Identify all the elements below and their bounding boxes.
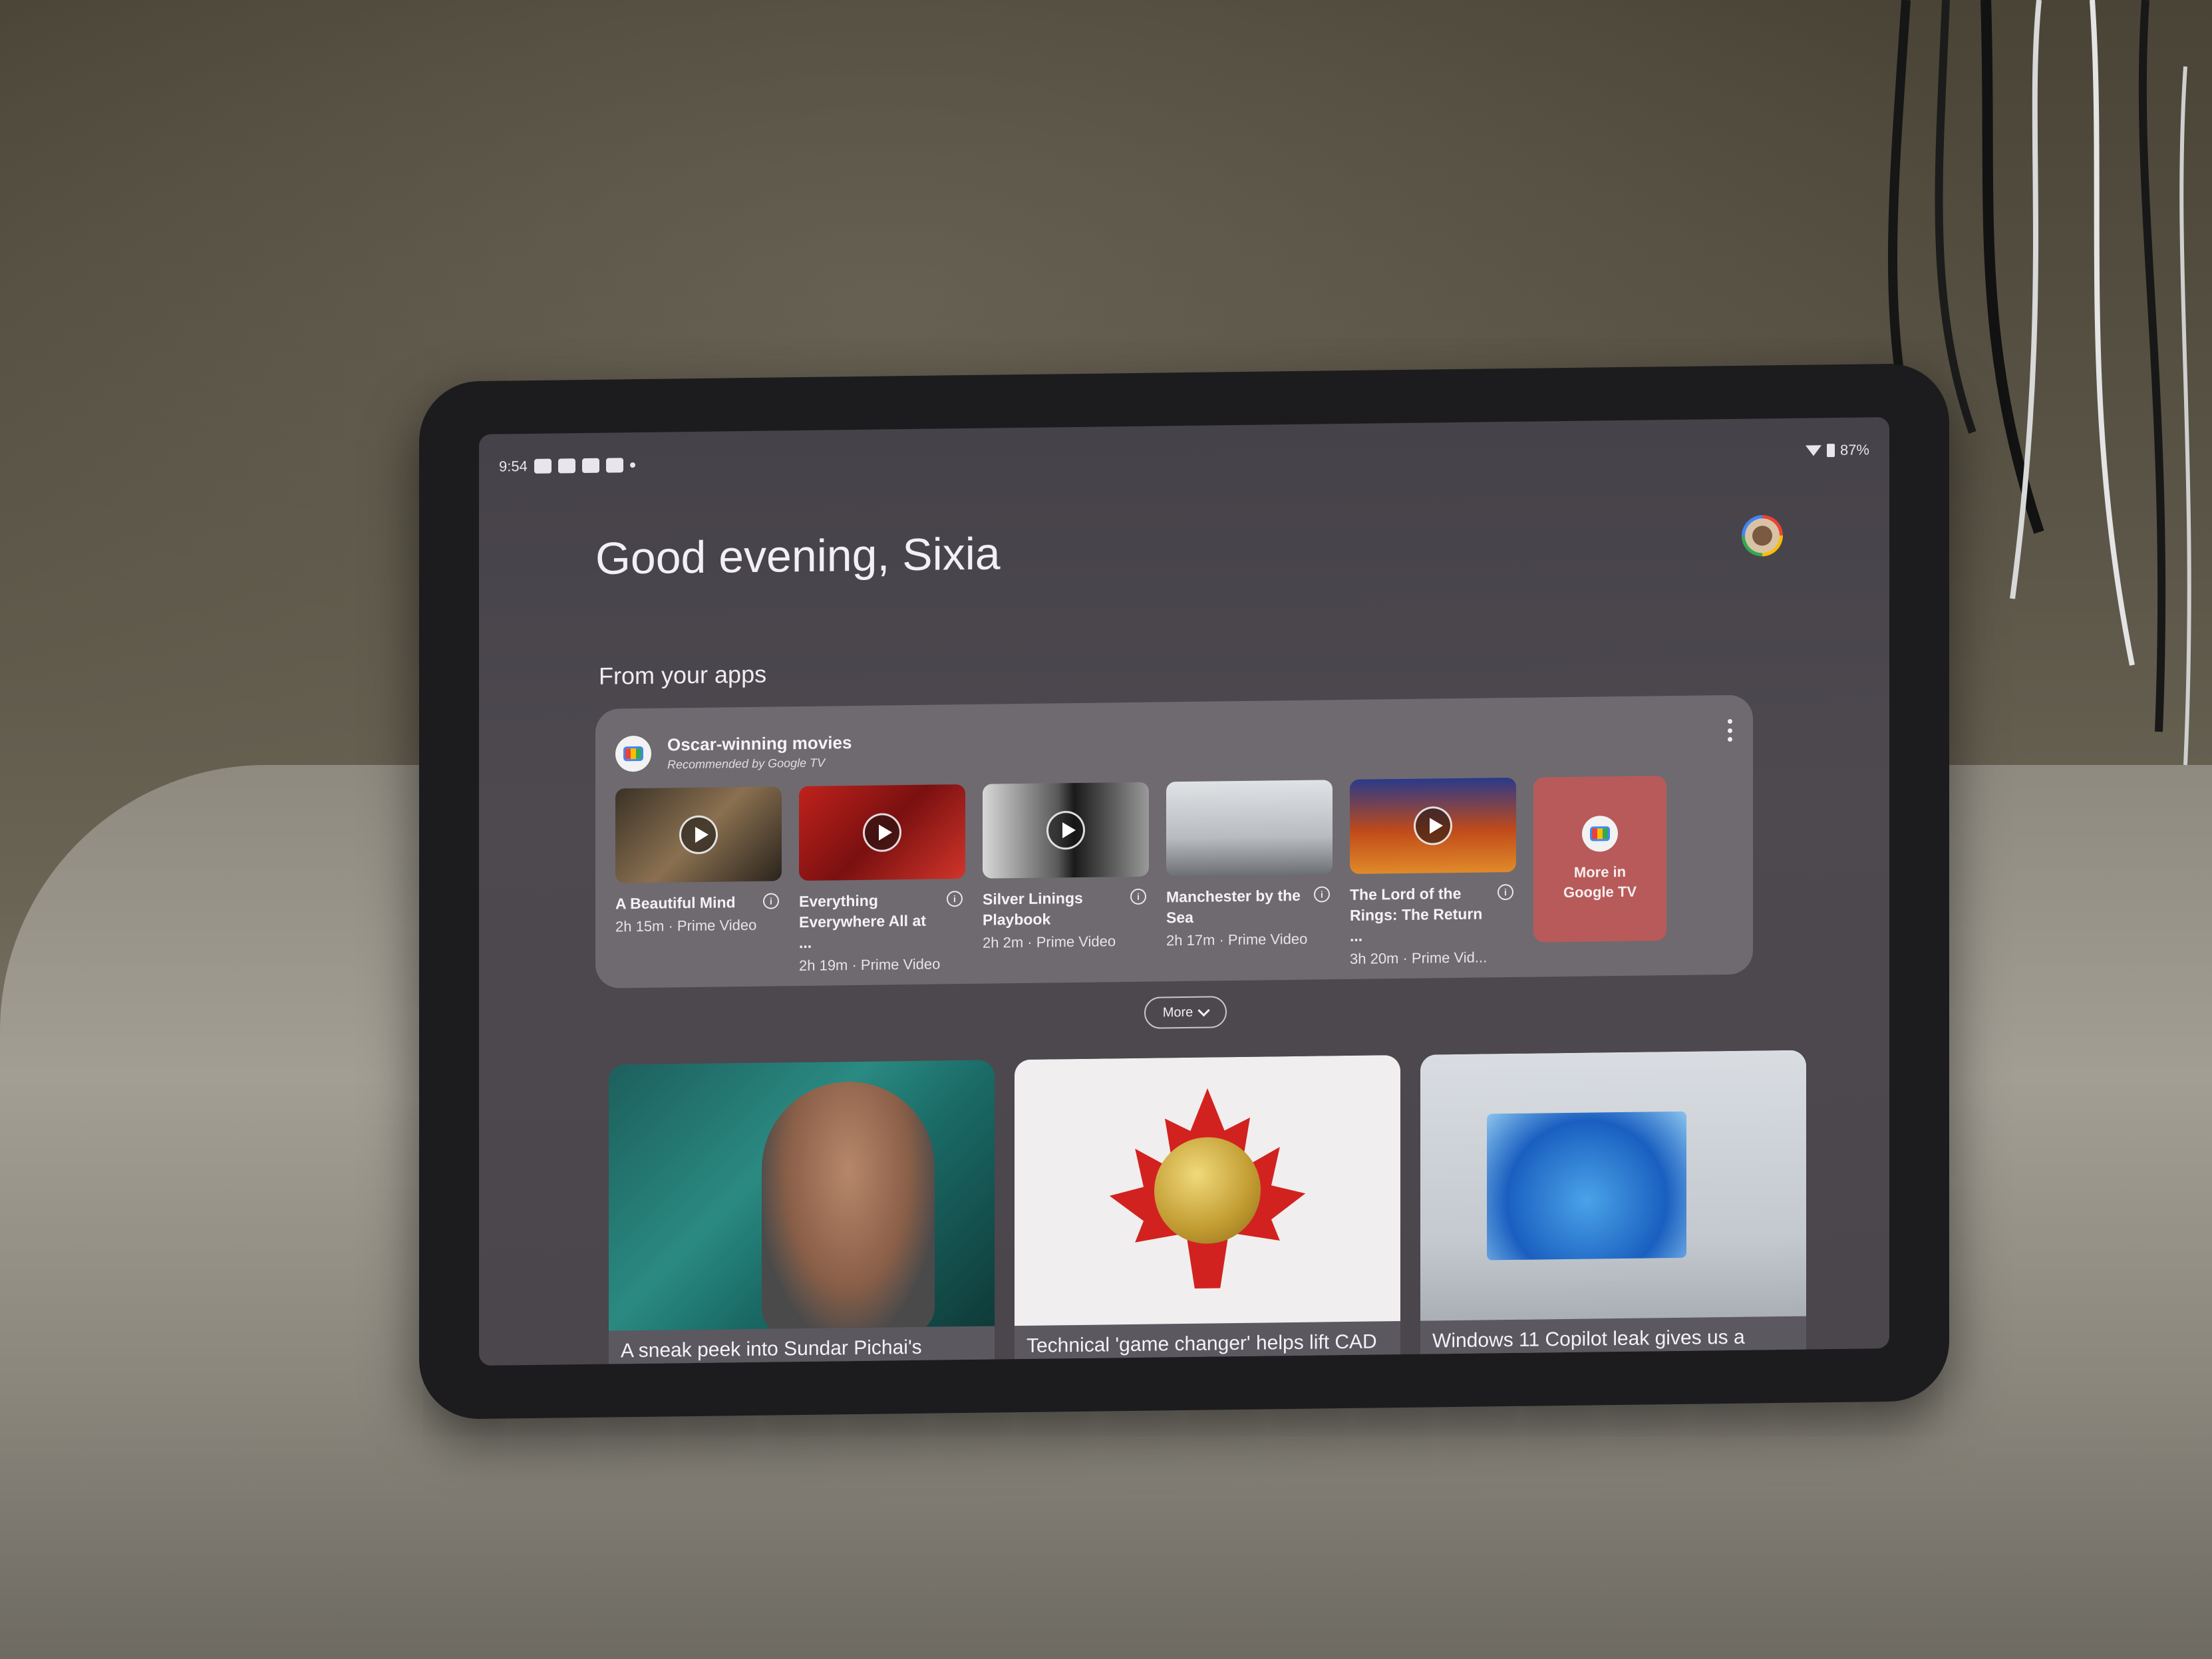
card-subtitle: Recommended by Google TV: [667, 756, 826, 772]
movie-meta: 2h 19m · Prime Video: [799, 955, 941, 975]
battery-icon: [1826, 444, 1835, 458]
movie-meta: 3h 20m · Prime Vid...: [1350, 949, 1488, 967]
news-image: [1420, 1050, 1806, 1321]
info-icon[interactable]: i: [1314, 886, 1330, 903]
movie-meta: 2h 17m · Prime Video: [1166, 930, 1308, 949]
home-screen: 9:54 87% Good evening, Sixia From your a…: [479, 417, 1889, 1366]
more-in-google-tv-button[interactable]: More in Google TV: [1533, 776, 1666, 943]
movie-poster: [615, 786, 782, 883]
movie-poster: [799, 784, 965, 881]
google-tv-card: Oscar-winning movies Recommended by Goog…: [595, 694, 1753, 988]
movie-title: A Beautiful Mind: [615, 893, 736, 913]
google-tv-logo-icon: [615, 735, 651, 772]
movie-title: Silver Linings Playbook: [983, 889, 1083, 929]
avatar-image: [1745, 518, 1780, 553]
news-image: [609, 1060, 995, 1331]
movie-item[interactable]: i Silver Linings Playbook 2h 2m · Prime …: [983, 782, 1149, 973]
play-icon[interactable]: [679, 815, 718, 855]
more-in-google-tv-label: More in Google TV: [1563, 863, 1637, 901]
news-row: A sneak peek into Sundar Pichai's Techni…: [609, 1050, 1806, 1366]
overflow-menu-icon[interactable]: [1726, 718, 1733, 742]
google-tv-logo-icon: [1582, 816, 1618, 852]
tablet-device: 9:54 87% Good evening, Sixia From your a…: [419, 363, 1949, 1420]
movie-title: Everything Everywhere All at ...: [799, 891, 926, 952]
news-image: [1015, 1055, 1400, 1326]
movie-poster: [1166, 780, 1333, 877]
avatar-face-icon: [1752, 526, 1772, 546]
wifi-icon: [1805, 445, 1821, 456]
news-card[interactable]: A sneak peek into Sundar Pichai's: [609, 1060, 995, 1366]
status-right: 87%: [1805, 441, 1869, 459]
movie-title: Manchester by the Sea: [1166, 886, 1301, 927]
status-time: 9:54: [499, 458, 528, 475]
news-card[interactable]: Technical 'game changer' helps lift CAD …: [1015, 1055, 1400, 1366]
movie-item[interactable]: i A Beautiful Mind 2h 15m · Prime Video: [615, 786, 782, 977]
status-bar: 9:54 87%: [499, 441, 1869, 484]
youtube-icon: [581, 458, 599, 474]
avatar[interactable]: [1742, 515, 1783, 557]
card-header: Oscar-winning movies Recommended by Goog…: [615, 732, 852, 772]
news-card[interactable]: Windows 11 Copilot leak gives us a glimp…: [1420, 1050, 1806, 1366]
more-button-label: More: [1162, 1004, 1193, 1020]
info-icon[interactable]: i: [1130, 888, 1146, 905]
greeting-heading: Good evening, Sixia: [595, 528, 1001, 584]
movie-row: i A Beautiful Mind 2h 15m · Prime Video …: [615, 776, 1666, 977]
card-header-text: Oscar-winning movies Recommended by Goog…: [667, 732, 852, 772]
news-title: Technical 'game changer' helps lift CAD …: [1027, 1330, 1377, 1365]
notification-dot-icon: [629, 462, 635, 468]
status-left: 9:54: [499, 456, 635, 476]
telegram-icon: [534, 458, 552, 474]
movie-item[interactable]: i Manchester by the Sea 2h 17m · Prime V…: [1166, 780, 1333, 970]
movie-title: The Lord of the Rings: The Return ...: [1350, 884, 1483, 945]
play-icon[interactable]: [1046, 810, 1085, 850]
info-icon[interactable]: i: [1498, 883, 1513, 901]
movie-poster: [983, 782, 1149, 879]
section-title: From your apps: [599, 660, 767, 690]
movie-item[interactable]: i The Lord of the Rings: The Return ... …: [1350, 777, 1516, 968]
info-icon[interactable]: i: [947, 891, 963, 907]
calendar-icon: [557, 458, 575, 474]
movie-poster: [1350, 777, 1516, 874]
news-title: A sneak peek into Sundar Pichai's: [621, 1336, 922, 1362]
play-icon[interactable]: [1414, 806, 1452, 845]
movie-item[interactable]: i Everything Everywhere All at ... 2h 19…: [799, 784, 965, 975]
youtube-icon-2: [605, 458, 623, 473]
info-icon[interactable]: i: [763, 893, 779, 909]
more-button[interactable]: More: [1144, 996, 1227, 1029]
person-portrait: [762, 1080, 935, 1331]
laptop-screen-image: [1487, 1111, 1686, 1261]
news-title: Windows 11 Copilot leak gives us a glimp…: [1432, 1326, 1745, 1366]
battery-percent: 87%: [1839, 441, 1869, 458]
movie-meta: 2h 15m · Prime Video: [615, 916, 757, 935]
chevron-down-icon: [1197, 1004, 1210, 1016]
card-title: Oscar-winning movies: [667, 732, 852, 755]
movie-meta: 2h 2m · Prime Video: [983, 933, 1116, 951]
play-icon[interactable]: [863, 813, 901, 852]
